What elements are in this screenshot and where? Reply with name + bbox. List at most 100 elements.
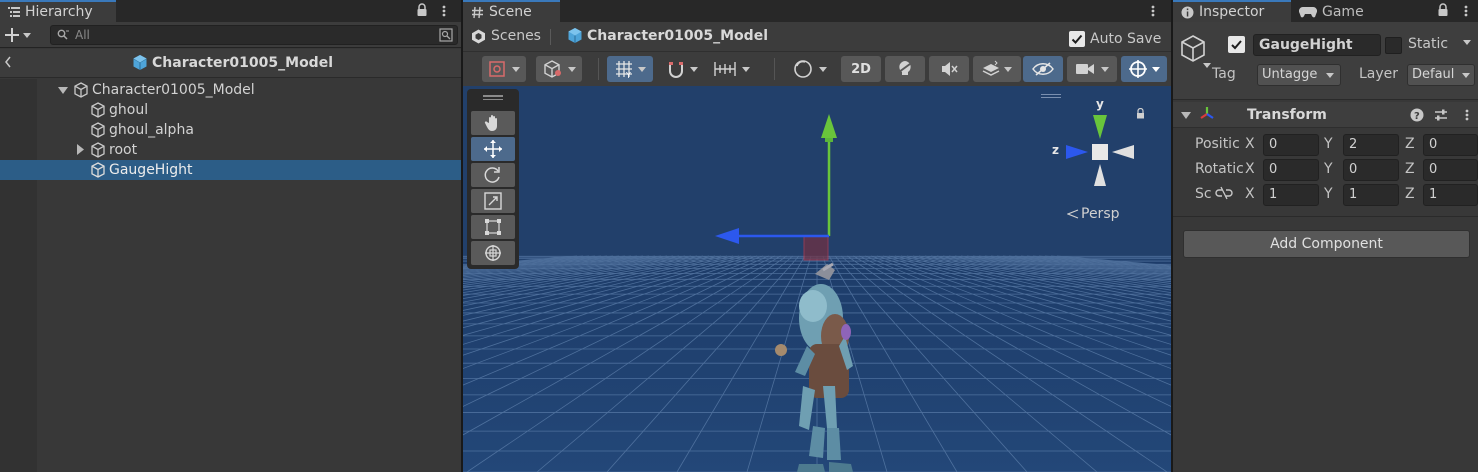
tab-inspector[interactable]: Inspector [1173,0,1291,22]
inspector-menu-icon[interactable] [1459,0,1473,22]
rect-tool-button[interactable] [471,215,515,239]
rotation-z-field[interactable]: 0 [1423,159,1478,181]
transform-menu-icon[interactable] [1460,104,1474,126]
transform-tool-button[interactable] [471,241,515,265]
rect-transform-icon [485,219,501,235]
static-checkbox[interactable] [1385,37,1402,54]
tab-game[interactable]: Game [1291,0,1381,22]
position-y-value: 2 [1349,137,1358,152]
preset-sliders-icon[interactable] [1434,108,1448,122]
plus-icon [5,28,19,42]
rotation-y-field[interactable]: 0 [1343,159,1399,181]
rotation-y-value: 0 [1349,162,1358,177]
tag-dropdown[interactable]: Untagge [1257,64,1341,86]
expand-arrow-icon[interactable] [58,85,68,95]
grid-snap-toggle[interactable]: Y [607,56,653,82]
svg-text:?: ? [1414,111,1420,122]
tree-item-label: Character01005_Model [92,82,255,98]
tree-item-gaugehight[interactable]: GaugeHight [0,160,461,180]
toolbar-divider [774,58,775,80]
move-tool-button[interactable] [471,137,515,161]
scale-x-field[interactable]: 1 [1263,184,1319,206]
scene-visibility-toggle[interactable] [1023,56,1063,82]
camera-dropdown[interactable] [1067,56,1117,82]
help-icon[interactable]: ? [1410,108,1424,122]
shaded-cube-icon [543,60,561,78]
scene-menu-icon[interactable] [1146,0,1160,22]
object-name-field[interactable]: GaugeHight [1253,34,1381,56]
toggle-2d-label: 2D [851,61,871,77]
transform-icon [485,245,501,261]
add-component-button[interactable]: Add Component [1183,230,1470,258]
auto-save-checkbox[interactable] [1069,31,1085,47]
tab-game-label: Game [1322,4,1364,20]
chevron-down-icon [1101,66,1109,72]
prefab-breadcrumb[interactable]: Character01005_Model [567,27,768,44]
hierarchy-menu-icon[interactable] [437,0,451,22]
position-z-field[interactable]: 0 [1423,134,1478,156]
hand-tool-button[interactable] [471,111,515,135]
back-chevron-icon[interactable] [4,55,12,69]
gizmos-dropdown[interactable] [1121,56,1167,82]
hand-icon [484,115,497,131]
static-dropdown-icon[interactable] [1463,40,1471,45]
tree-item-ghoul-alpha[interactable]: ghoul_alpha [0,120,461,140]
ruler-snap-dropdown[interactable] [707,56,757,82]
move-arrows-icon [484,140,502,158]
position-x-field[interactable]: 0 [1263,134,1319,156]
gameobject-cube-icon [91,122,105,138]
chevron-down-icon [567,66,576,72]
add-component-label: Add Component [1270,236,1383,252]
chevron-down-icon [689,66,698,72]
lighting-toggle[interactable] [885,56,925,82]
scene-viewport[interactable]: y z Persp [463,86,1171,472]
rotate-tool-button[interactable] [471,163,515,187]
position-z-label: Z [1405,136,1415,152]
tab-scene[interactable]: Scene [463,0,560,22]
prefab-breadcrumb-label: Character01005_Model [587,27,769,44]
chevron-down-icon [819,66,827,72]
speaker-mute-icon [942,62,958,76]
layer-dropdown[interactable]: Defaul [1407,64,1475,86]
orientation-gizmo-shape [1066,115,1134,186]
tree-item-root-prefab[interactable]: Character01005_Model [0,80,461,100]
rotation-x-field[interactable]: 0 [1263,159,1319,181]
draw-mode-icon [489,61,505,77]
search-input[interactable]: All [50,25,458,45]
increment-snap-dropdown[interactable] [659,56,705,82]
create-button[interactable] [5,26,39,44]
search-filter-icon[interactable] [439,28,453,42]
chevron-down-icon [1463,40,1471,45]
lock-icon[interactable] [416,3,428,17]
position-y-field[interactable]: 2 [1343,134,1399,156]
scale-z-field[interactable]: 1 [1423,184,1478,206]
scale-tool-button[interactable] [471,189,515,213]
shading-dropdown[interactable] [536,56,582,82]
scenes-breadcrumb[interactable]: Scenes [471,28,541,44]
hash-icon [471,6,484,19]
object-icon[interactable] [1179,34,1213,70]
tools-overlay [467,89,519,269]
position-label: Positic [1195,136,1240,152]
draw-mode-dropdown[interactable] [482,56,526,82]
collapse-arrow-icon[interactable] [76,144,84,155]
tab-hierarchy[interactable]: Hierarchy [0,0,116,22]
constrain-proportions-icon[interactable] [1215,186,1233,200]
tree-item-ghoul[interactable]: ghoul [0,100,461,120]
orientation-gizmo[interactable]: y z [1045,97,1145,198]
transform-foldout-icon[interactable] [1181,110,1191,120]
active-checkbox[interactable] [1228,36,1245,53]
lighting-dropdown[interactable] [785,56,835,82]
perspective-icon [1067,209,1079,219]
audio-toggle[interactable] [929,56,969,82]
scale-y-label: Y [1324,186,1333,202]
scale-y-field[interactable]: 1 [1343,184,1399,206]
toggle-2d-button[interactable]: 2D [841,56,881,82]
projection-toggle[interactable]: Persp [1067,206,1120,222]
chevron-down-icon [1004,66,1012,72]
tree-item-root[interactable]: root [0,140,461,160]
sphere-lighting-icon [794,60,812,78]
effects-dropdown[interactable] [973,56,1021,82]
inspector-lock-icon[interactable] [1437,3,1449,17]
ruler-icon [714,62,736,76]
